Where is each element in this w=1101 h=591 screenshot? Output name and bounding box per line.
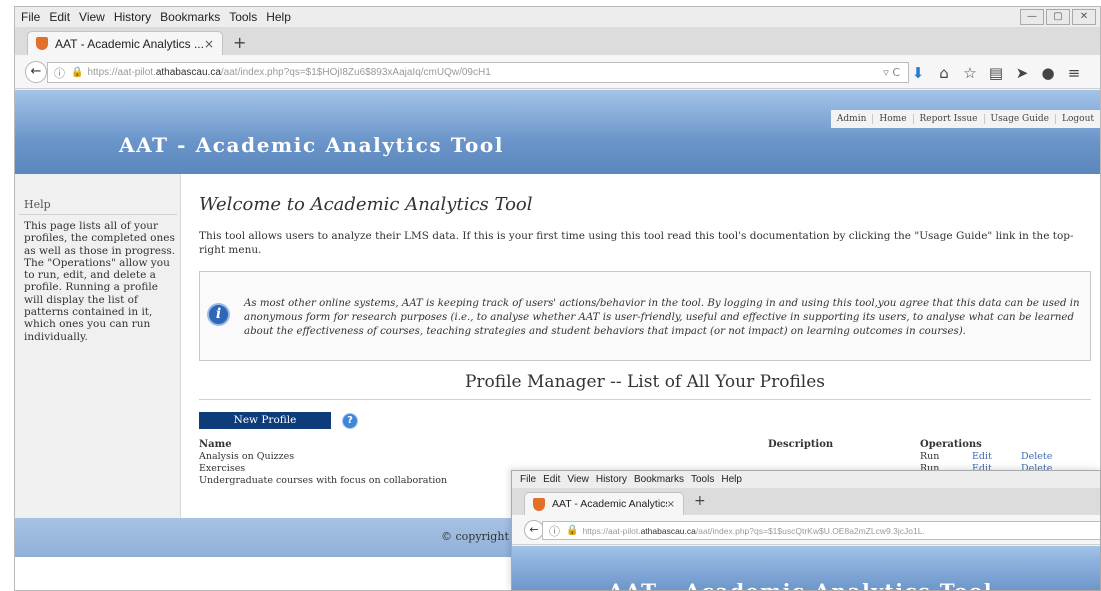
- new-tab-button[interactable]: +: [694, 493, 706, 509]
- sidebar-heading: Help: [24, 198, 51, 211]
- back-button[interactable]: ←: [524, 520, 544, 540]
- navigation-bar: ← ⓘ 🔒 https://aat-pilot.athabascau.ca/aa…: [15, 55, 1100, 89]
- profile-name: Undergraduate courses with focus on coll…: [199, 475, 448, 486]
- site-title: AAT - Academic Analytics Tool: [119, 133, 505, 157]
- profile-name: Analysis on Quizzes: [199, 451, 295, 462]
- top-menu-admin[interactable]: Admin: [831, 114, 872, 124]
- send-icon[interactable]: ➤: [1009, 64, 1035, 82]
- second-menu-bar: File Edit View History Bookmarks Tools H…: [512, 471, 1100, 488]
- sidebar-help-text: This page lists all of your profiles, th…: [24, 220, 176, 343]
- run-link[interactable]: Run: [920, 451, 939, 462]
- new-profile-button[interactable]: New Profile: [199, 412, 331, 429]
- menu-bookmarks[interactable]: Bookmarks: [634, 474, 684, 485]
- column-header-description: Description: [768, 439, 834, 450]
- menu-edit[interactable]: Edit: [49, 10, 70, 24]
- address-bar[interactable]: ⓘ 🔒 https://aat-pilot.athabascau.ca/aat/…: [47, 62, 909, 83]
- minimize-button[interactable]: —: [1020, 9, 1044, 25]
- menu-bar: File Edit View History Bookmarks Tools H…: [15, 7, 1100, 27]
- close-window-button[interactable]: ✕: [1072, 9, 1096, 25]
- edit-link[interactable]: Edit: [972, 451, 992, 462]
- second-tab-bar: AAT - Academic Analytics ... × +: [512, 488, 1100, 515]
- column-header-operations: Operations: [920, 439, 982, 450]
- refresh-icon[interactable]: ▿ C: [883, 66, 900, 79]
- tab-bar: AAT - Academic Analytics ... × +: [15, 27, 1100, 55]
- tab-close-icon[interactable]: ×: [667, 499, 675, 510]
- menu-file[interactable]: File: [520, 474, 536, 485]
- main-content: Welcome to Academic Analytics Tool This …: [181, 174, 1100, 518]
- help-question-icon[interactable]: ?: [342, 413, 358, 429]
- tab-title: AAT - Academic Analytics ...: [55, 36, 204, 51]
- reading-list-icon[interactable]: ▤: [983, 64, 1009, 82]
- maximize-button[interactable]: ▢: [1046, 9, 1070, 25]
- url-text: https://aat-pilot.athabascau.ca/aat/inde…: [582, 525, 925, 536]
- privacy-notice: i As most other online systems, AAT is k…: [199, 271, 1091, 361]
- url-text: https://aat-pilot.athabascau.ca/aat/inde…: [87, 67, 491, 78]
- title-divider: [199, 399, 1091, 400]
- browser-tab[interactable]: AAT - Academic Analytics ... ×: [524, 492, 684, 515]
- intro-text: This tool allows users to analyze their …: [199, 230, 1074, 256]
- privacy-notice-text: As most other online systems, AAT is kee…: [244, 298, 1080, 337]
- menu-tools[interactable]: Tools: [229, 10, 257, 24]
- menu-icon[interactable]: ≡: [1061, 64, 1087, 82]
- second-browser-window: File Edit View History Bookmarks Tools H…: [511, 470, 1101, 591]
- menu-help[interactable]: Help: [266, 10, 291, 24]
- delete-link[interactable]: Delete: [1021, 451, 1052, 462]
- browser-tab[interactable]: AAT - Academic Analytics ... ×: [27, 31, 223, 55]
- menu-view[interactable]: View: [79, 10, 105, 24]
- top-menu: Admin Home Report Issue Usage Guide Logo…: [830, 110, 1100, 128]
- shield-favicon-icon: [533, 497, 545, 511]
- lock-icon: 🔒: [566, 525, 579, 536]
- site-banner: Admin Home Report Issue Usage Guide Logo…: [15, 90, 1100, 174]
- copyright-text: © copyright: [441, 530, 509, 543]
- tab-close-icon[interactable]: ×: [204, 37, 214, 51]
- menu-history[interactable]: History: [114, 10, 151, 24]
- menu-view[interactable]: View: [567, 474, 589, 485]
- menu-edit[interactable]: Edit: [543, 474, 560, 485]
- site-info-icon[interactable]: ⓘ: [549, 523, 560, 539]
- tab-title: AAT - Academic Analytics ...: [552, 498, 667, 510]
- top-menu-report-issue[interactable]: Report Issue: [912, 114, 984, 124]
- new-tab-button[interactable]: +: [233, 33, 246, 52]
- top-menu-logout[interactable]: Logout: [1055, 114, 1100, 124]
- home-icon[interactable]: ⌂: [931, 64, 957, 82]
- site-info-icon[interactable]: ⓘ: [54, 65, 65, 81]
- profile-manager-title: Profile Manager -- List of All Your Prof…: [464, 372, 826, 392]
- sidebar-divider: [19, 214, 177, 215]
- second-navigation-bar: ← ⓘ 🔒 https://aat-pilot.athabascau.ca/aa…: [512, 515, 1100, 545]
- second-site-banner: AAT - Academic Analytics Tool: [512, 546, 1100, 591]
- menu-file[interactable]: File: [21, 10, 40, 24]
- shield-favicon-icon: [36, 37, 48, 50]
- toolbar-icons: ⬇ ⌂ ☆ ▤ ➤ ● ≡: [905, 64, 1087, 82]
- menu-history[interactable]: History: [596, 474, 627, 485]
- page-title: Welcome to Academic Analytics Tool: [199, 194, 533, 215]
- menu-bookmarks[interactable]: Bookmarks: [160, 10, 220, 24]
- top-menu-usage-guide[interactable]: Usage Guide: [983, 114, 1055, 124]
- top-menu-home[interactable]: Home: [872, 114, 912, 124]
- help-sidebar: Help This page lists all of your profile…: [15, 174, 181, 518]
- site-title: AAT - Academic Analytics Tool: [608, 579, 994, 591]
- download-icon[interactable]: ⬇: [905, 64, 931, 82]
- info-icon: i: [207, 303, 230, 326]
- window-controls: — ▢ ✕: [1020, 9, 1096, 25]
- profile-name: Exercises: [199, 463, 246, 474]
- back-button[interactable]: ←: [25, 61, 47, 83]
- lock-icon: 🔒: [71, 67, 84, 78]
- chat-icon[interactable]: ●: [1035, 64, 1061, 82]
- menu-tools[interactable]: Tools: [691, 474, 714, 485]
- menu-help[interactable]: Help: [721, 474, 742, 485]
- bookmark-star-icon[interactable]: ☆: [957, 64, 983, 82]
- address-bar[interactable]: ⓘ 🔒 https://aat-pilot.athabascau.ca/aat/…: [542, 521, 1100, 540]
- column-header-name: Name: [199, 439, 232, 450]
